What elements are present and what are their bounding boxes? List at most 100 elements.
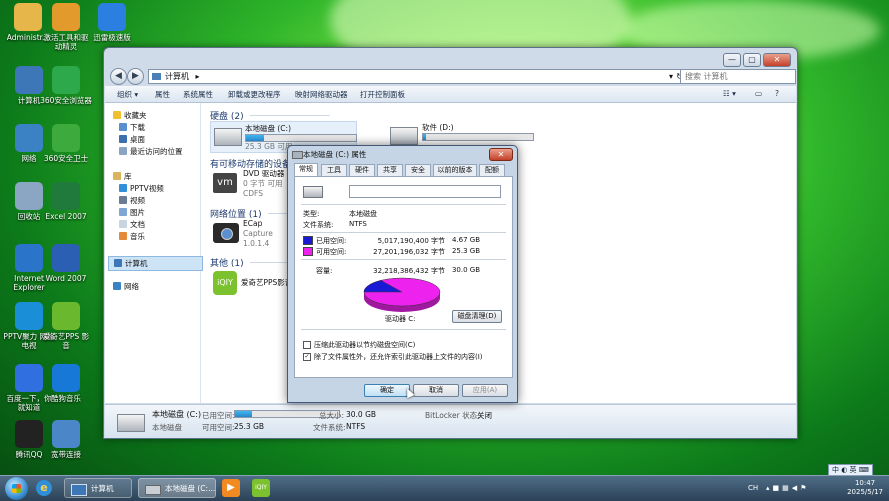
desktop-icon-label: Word 2007 [45, 274, 87, 283]
start-button[interactable] [5, 477, 28, 500]
tab-previous-versions[interactable]: 以前的版本 [433, 164, 477, 176]
clock[interactable]: 10:47 2025/5/17 [847, 479, 883, 497]
drive-c-usage-fill [246, 135, 264, 141]
preview-pane-icon[interactable]: ▭ [755, 89, 762, 98]
details-fs-label: 文件系统: [313, 423, 346, 432]
ecap-version: 1.0.1.4 [243, 239, 270, 248]
desktop-icon-kugou[interactable]: 酷狗音乐 [40, 364, 92, 403]
desktop-icon-label: 宽带连接 [51, 450, 81, 459]
properties-dialog[interactable]: 本地磁盘 (C:) 属性 ✕ 常规 工具 硬件 共享 安全 以前的版本 配额 类… [287, 145, 518, 403]
tray-volume-icon[interactable]: ◀ [792, 484, 800, 492]
camera-icon [213, 223, 239, 243]
disk-usage-pie [363, 277, 441, 312]
tray-network-icon[interactable]: ▦ [782, 484, 792, 492]
nav-label: 计算机 [125, 259, 148, 268]
nav-item-desktop[interactable]: 桌面 [119, 134, 145, 145]
drive-d-name: 软件 (D:) [422, 123, 454, 132]
nav-item-pictures[interactable]: 图片 [119, 207, 145, 218]
help-icon[interactable]: ? [775, 89, 779, 98]
details-fs-value: NTFS [346, 422, 366, 431]
details-total-label: 总大小: [319, 411, 345, 420]
nav-label: 音乐 [130, 232, 145, 241]
used-space-bytes: 5,017,190,400 字节 [377, 237, 445, 245]
desktop-icon-iqiyi[interactable]: 爱奇艺PPS 影音 [40, 302, 92, 350]
tab-security[interactable]: 安全 [405, 164, 431, 176]
search-input[interactable]: 搜索 计算机 [680, 69, 796, 84]
back-button[interactable]: ◀ [110, 68, 127, 85]
favorites-label: 收藏夹 [124, 111, 147, 120]
details-free-label: 可用空间: [202, 423, 235, 432]
desktop-folder-icon [119, 135, 127, 143]
desktop-icon-word[interactable]: Word 2007 [40, 244, 92, 283]
group-header-other[interactable]: 其他 (1) [210, 256, 329, 269]
map-network-drive-button[interactable]: 映射网络驱动器 [295, 89, 348, 100]
compress-checkbox[interactable] [303, 341, 311, 349]
desktop-icon-browser-360[interactable]: 360安全浏览器 [40, 66, 92, 105]
desktop-icon-label: 激活工具和驱动精灵 [43, 33, 89, 51]
address-bar[interactable]: 计算机 ▸ ▾ ↻ [148, 69, 686, 84]
tray-flag-icon[interactable]: ⚑ [800, 484, 809, 492]
close-button[interactable]: ✕ [763, 53, 791, 67]
taskbar-item-computer[interactable]: 计算机 [64, 478, 132, 498]
drive-label-input[interactable] [349, 185, 501, 198]
taskbar-item-label: 计算机 [91, 484, 114, 493]
dialog-close-button[interactable]: ✕ [489, 148, 513, 161]
organize-button[interactable]: 组织 ▾ [117, 89, 138, 100]
desktop-icon-thunder[interactable]: 迅雷极速版 [86, 3, 138, 42]
libraries-node[interactable]: 库 [113, 171, 132, 182]
tab-hardware[interactable]: 硬件 [349, 164, 375, 176]
language-indicator[interactable]: CH [748, 484, 758, 492]
tab-tools[interactable]: 工具 [321, 164, 347, 176]
view-options-icon[interactable]: ☷ ▾ [723, 89, 736, 98]
music-library-icon [119, 232, 127, 240]
filesystem-value: NTFS [349, 220, 367, 228]
maximize-button[interactable]: ▢ [743, 53, 761, 67]
address-segment-computer[interactable]: 计算机 [165, 72, 189, 81]
tab-sharing[interactable]: 共享 [377, 164, 403, 176]
nav-item-computer[interactable]: 计算机 [108, 256, 203, 271]
windows-logo-icon [12, 484, 21, 493]
nav-item-recent[interactable]: 最近访问的位置 [119, 146, 183, 157]
apply-button[interactable]: 应用(A) [462, 384, 508, 397]
tab-quota[interactable]: 配额 [479, 164, 505, 176]
nav-label: 文档 [130, 220, 145, 229]
desktop-icon-tool-folder[interactable]: 激活工具和驱动精灵 [40, 3, 92, 51]
details-drive-name: 本地磁盘 (C:) [152, 410, 202, 419]
nav-item-videos[interactable]: 视频 [119, 195, 145, 206]
guard-360-icon [52, 124, 80, 152]
picture-library-icon [119, 208, 127, 216]
ie-taskbar-icon[interactable]: e [36, 480, 52, 496]
tray-app-icon[interactable]: ■ [773, 484, 783, 492]
minimize-button[interactable]: — [723, 53, 741, 67]
nav-item-music[interactable]: 音乐 [119, 231, 145, 242]
system-properties-button[interactable]: 系统属性 [183, 89, 213, 100]
uninstall-program-button[interactable]: 卸载或更改程序 [228, 89, 281, 100]
desktop-icon-guard-360[interactable]: 360安全卫士 [40, 124, 92, 163]
media-player-taskbar-icon[interactable]: ▶ [222, 479, 240, 497]
cancel-button[interactable]: 取消 [413, 384, 459, 397]
nav-label: 下载 [130, 123, 145, 132]
address-chevron-icon[interactable]: ▸ [196, 72, 200, 81]
video-library-icon [119, 196, 127, 204]
nav-item-documents[interactable]: 文档 [119, 219, 145, 230]
desktop-icon-broadband[interactable]: 宽带连接 [40, 420, 92, 459]
nav-item-pptv[interactable]: PPTV视频 [119, 183, 164, 194]
iqiyi-taskbar-icon[interactable]: iQIY [252, 479, 270, 497]
index-checkbox[interactable]: ✓ [303, 353, 311, 361]
favorites-node[interactable]: 收藏夹 [113, 110, 147, 121]
nav-label: 视频 [130, 196, 145, 205]
desktop-icon-excel[interactable]: Excel 2007 [40, 182, 92, 221]
details-used-label: 已用空间: [202, 411, 235, 420]
address-dropdown-icon[interactable]: ▾ [669, 70, 673, 83]
computer-icon [71, 484, 87, 496]
nav-item-network[interactable]: 网络 [113, 281, 139, 292]
taskbar-item-drive-c[interactable]: 本地磁盘 (C:... [138, 478, 216, 498]
open-control-panel-button[interactable]: 打开控制面板 [360, 89, 405, 100]
nav-item-downloads[interactable]: 下载 [119, 122, 145, 133]
properties-button[interactable]: 属性 [155, 89, 170, 100]
disk-cleanup-button[interactable]: 磁盘清理(D) [452, 310, 502, 323]
forward-button[interactable]: ▶ [127, 68, 144, 85]
tab-general[interactable]: 常规 [294, 163, 318, 176]
clock-date: 2025/5/17 [847, 488, 883, 496]
drive-c-name: 本地磁盘 (C:) [245, 124, 291, 133]
